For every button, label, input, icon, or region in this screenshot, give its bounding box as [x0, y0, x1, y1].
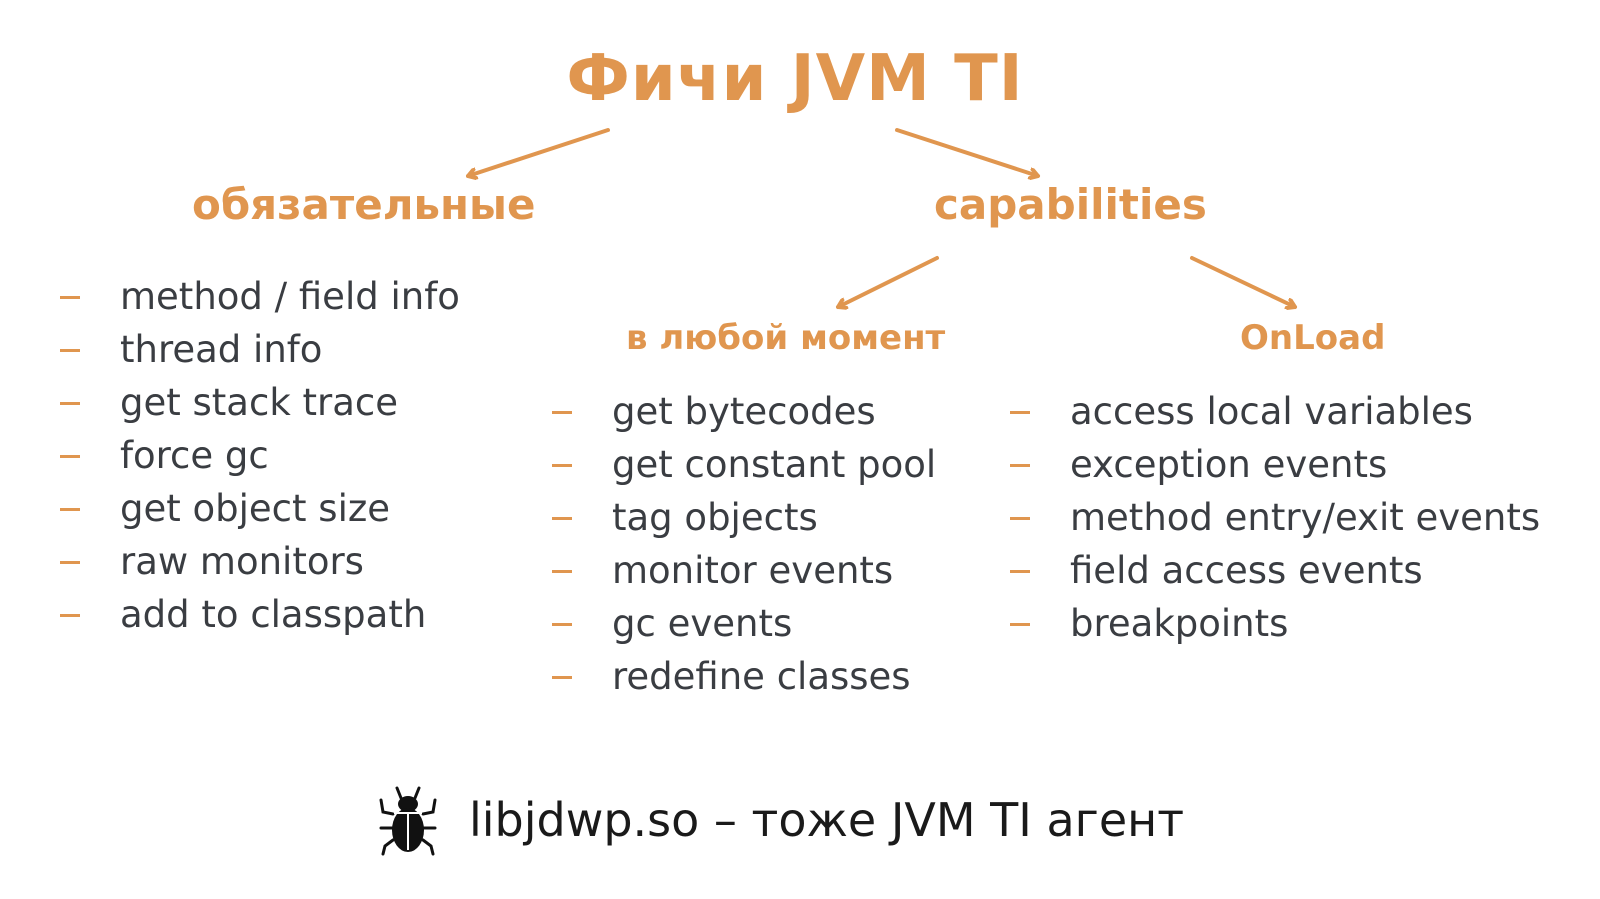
dash-bullet — [1010, 411, 1030, 414]
arrow-to-any-time — [836, 256, 939, 307]
heading-any-time: в любой момент — [626, 318, 946, 358]
dash-bullet — [552, 676, 572, 679]
dash-bullet — [60, 561, 80, 564]
dash-bullet — [1010, 464, 1030, 467]
footer-text: libjdwp.so – тоже JVM TI агент — [469, 793, 1184, 847]
list-item: breakpoints — [1010, 597, 1540, 650]
dash-bullet — [60, 455, 80, 458]
list-item: get constant pool — [552, 438, 936, 491]
list-item: redefine classes — [552, 650, 936, 703]
dash-bullet — [552, 570, 572, 573]
list-item: get bytecodes — [552, 385, 936, 438]
heading-required: обязательные — [192, 180, 536, 229]
required-list: method / field info thread info get stac… — [60, 270, 460, 641]
dash-bullet — [60, 349, 80, 352]
list-item: gc events — [552, 597, 936, 650]
arrow-to-onload — [1190, 256, 1297, 307]
dash-bullet — [1010, 517, 1030, 520]
dash-bullet — [60, 614, 80, 617]
dash-bullet — [552, 411, 572, 414]
dash-bullet — [552, 623, 572, 626]
arrow-to-capabilities — [895, 128, 1040, 176]
dash-bullet — [552, 464, 572, 467]
footer-note: libjdwp.so – тоже JVM TI агент — [375, 780, 1184, 860]
bug-icon — [379, 786, 437, 856]
page-title: Фичи JVM TI — [566, 42, 1024, 116]
list-item: method entry/exit events — [1010, 491, 1540, 544]
heading-capabilities: capabilities — [934, 180, 1207, 229]
list-item: thread info — [60, 323, 460, 376]
list-item: field access events — [1010, 544, 1540, 597]
list-item: method / field info — [60, 270, 460, 323]
list-item: exception events — [1010, 438, 1540, 491]
dash-bullet — [60, 296, 80, 299]
onload-list: access local variables exception events … — [1010, 385, 1540, 650]
dash-bullet — [1010, 623, 1030, 626]
list-item: raw monitors — [60, 535, 460, 588]
list-item: access local variables — [1010, 385, 1540, 438]
dash-bullet — [552, 517, 572, 520]
list-item: add to classpath — [60, 588, 460, 641]
heading-onload: OnLoad — [1240, 318, 1386, 358]
list-item: get object size — [60, 482, 460, 535]
list-item: monitor events — [552, 544, 936, 597]
list-item: tag objects — [552, 491, 936, 544]
any-time-list: get bytecodes get constant pool tag obje… — [552, 385, 936, 703]
dash-bullet — [1010, 570, 1030, 573]
list-item: force gc — [60, 429, 460, 482]
dash-bullet — [60, 402, 80, 405]
arrow-to-required — [466, 128, 610, 176]
list-item: get stack trace — [60, 376, 460, 429]
dash-bullet — [60, 508, 80, 511]
